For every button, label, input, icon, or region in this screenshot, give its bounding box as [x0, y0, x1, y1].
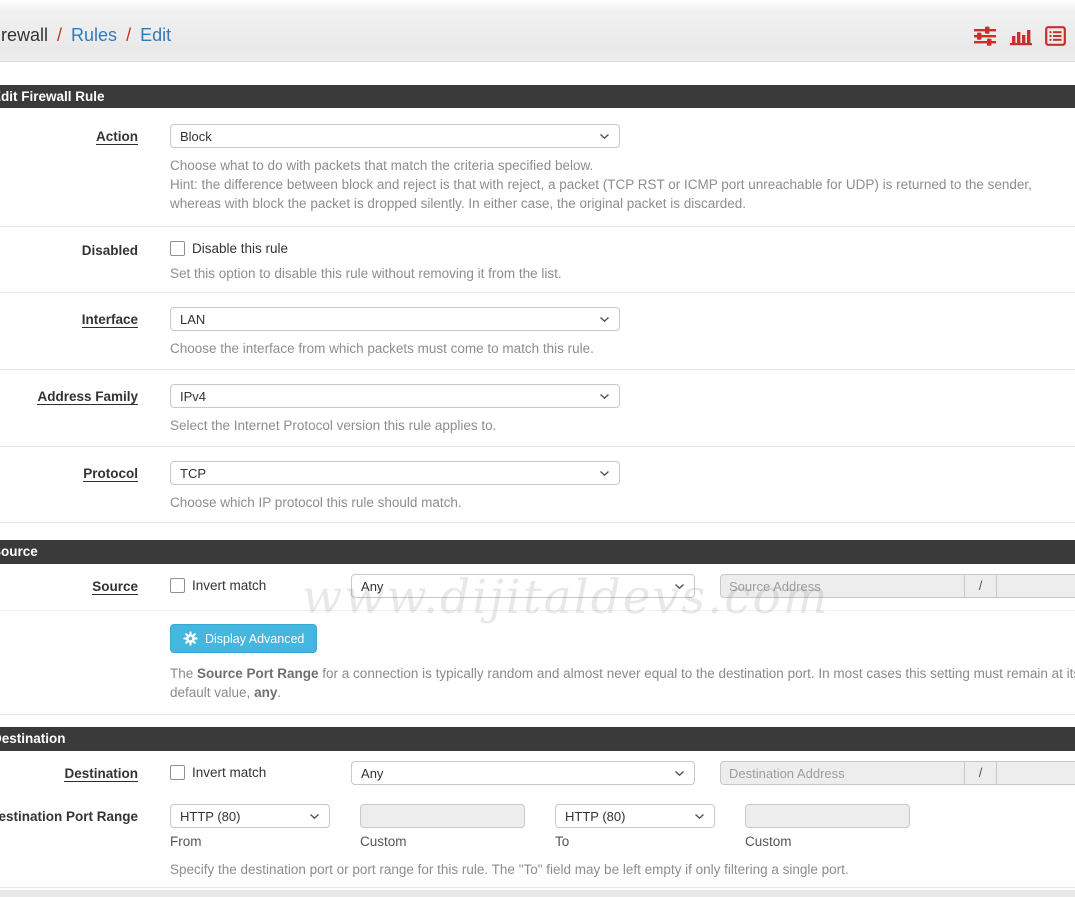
disabled-label-col: Disabled	[0, 241, 138, 283]
port-to-custom-input[interactable]	[745, 804, 910, 828]
address-family-label-col: Address Family	[0, 384, 138, 435]
source-invert-checkbox[interactable]	[170, 578, 185, 593]
disabled-label: Disabled	[82, 243, 138, 258]
chevron-down-icon	[599, 316, 610, 323]
action-help-line1: Choose what to do with packets that matc…	[170, 156, 1075, 175]
destination-mask-input[interactable]	[997, 761, 1075, 785]
spacer	[0, 62, 1075, 85]
port-from-select[interactable]: HTTP (80)	[170, 804, 330, 828]
interface-select[interactable]: LAN	[170, 307, 620, 331]
port-to-custom-caption: Custom	[745, 834, 910, 849]
port-from-custom-input[interactable]	[360, 804, 525, 828]
bar-chart-icon[interactable]	[1010, 26, 1032, 46]
destination-address-input[interactable]	[720, 761, 965, 785]
interface-label-col: Interface	[0, 307, 138, 358]
interface-row: Interface LAN Choose the interface from …	[0, 293, 1075, 370]
chevron-down-icon	[599, 393, 610, 400]
spacer	[0, 523, 1075, 540]
interface-label: Interface	[82, 312, 138, 328]
destination-label: Destination	[64, 766, 138, 782]
chevron-down-icon	[599, 470, 610, 477]
next-section-strip	[0, 890, 1075, 897]
destination-port-range-label: Destination Port Range	[0, 809, 138, 824]
address-family-label: Address Family	[37, 389, 138, 405]
destination-port-range-row: Destination Port Range HTTP (80)	[0, 795, 1075, 888]
destination-port-range-label-col: Destination Port Range	[0, 804, 138, 879]
disable-rule-checkbox-label: Disable this rule	[192, 241, 288, 256]
gear-icon	[183, 631, 198, 646]
destination-row: Destination Invert match Any /	[0, 751, 1075, 795]
destination-invert-checkbox[interactable]	[170, 765, 185, 780]
destination-type-value: Any	[361, 766, 383, 781]
protocol-row: Protocol TCP Choose which IP protocol th…	[0, 447, 1075, 523]
source-row: Source Invert match Any /	[0, 564, 1075, 610]
sliders-icon[interactable]	[973, 26, 997, 46]
destination-section-title: Destination	[0, 727, 1075, 751]
breadcrumb-firewall: Firewall	[0, 25, 48, 46]
source-label: Source	[92, 579, 138, 595]
port-from-caption: From	[170, 834, 360, 849]
address-family-row: Address Family IPv4 Select the Internet …	[0, 370, 1075, 447]
breadcrumb-separator: /	[126, 25, 131, 46]
disabled-row: Disabled Disable this rule Set this opti…	[0, 227, 1075, 293]
protocol-select[interactable]: TCP	[170, 461, 620, 485]
breadcrumb-rules-link[interactable]: Rules	[71, 25, 117, 46]
chevron-down-icon	[674, 583, 685, 590]
chevron-down-icon	[674, 770, 685, 777]
action-label-col: Action	[0, 124, 138, 213]
protocol-select-value: TCP	[180, 466, 206, 481]
source-mask-input[interactable]	[997, 574, 1075, 598]
breadcrumb: Firewall / Rules / Edit	[0, 25, 171, 46]
address-family-select-value: IPv4	[180, 389, 206, 404]
panel-title-edit-firewall-rule: Edit Firewall Rule	[0, 85, 1075, 108]
action-row: Action Block Choose what to do with pack…	[0, 108, 1075, 227]
spacer	[0, 715, 1075, 727]
log-icon[interactable]	[1045, 26, 1066, 46]
chevron-down-icon	[309, 813, 320, 820]
source-type-value: Any	[361, 579, 383, 594]
interface-help: Choose the interface from which packets …	[170, 339, 1075, 358]
action-label: Action	[96, 129, 138, 145]
source-address-input[interactable]	[720, 574, 965, 598]
source-port-help: The Source Port Range for a connection i…	[170, 666, 1075, 700]
disable-rule-checkbox[interactable]	[170, 241, 185, 256]
protocol-label-col: Protocol	[0, 461, 138, 512]
destination-invert-label: Invert match	[192, 765, 266, 780]
protocol-label: Protocol	[83, 466, 138, 482]
disabled-help: Set this option to disable this rule wit…	[170, 264, 1075, 283]
source-label-col: Source	[0, 574, 138, 598]
address-family-help: Select the Internet Protocol version thi…	[170, 416, 1075, 435]
port-to-caption: To	[555, 834, 745, 849]
breadcrumb-bar: Firewall / Rules / Edit	[0, 0, 1075, 62]
source-type-select[interactable]: Any	[351, 574, 695, 598]
action-select[interactable]: Block	[170, 124, 620, 148]
chevron-down-icon	[599, 133, 610, 140]
destination-label-col: Destination	[0, 761, 138, 785]
chevron-down-icon	[694, 813, 705, 820]
port-from-custom-caption: Custom	[360, 834, 555, 849]
protocol-help: Choose which IP protocol this rule shoul…	[170, 493, 1075, 512]
header-action-icons	[973, 26, 1066, 46]
breadcrumb-edit-link[interactable]: Edit	[140, 25, 171, 46]
display-advanced-label: Display Advanced	[205, 632, 304, 646]
port-to-value: HTTP (80)	[565, 809, 625, 824]
destination-mask-separator: /	[965, 761, 997, 785]
firewall-rule-edit-page: Firewall / Rules / Edit	[0, 0, 1075, 897]
empty-label-col	[0, 624, 138, 702]
interface-select-value: LAN	[180, 312, 205, 327]
port-to-select[interactable]: HTTP (80)	[555, 804, 715, 828]
breadcrumb-separator: /	[57, 25, 62, 46]
action-select-value: Block	[180, 129, 212, 144]
source-advanced-row: Display Advanced The Source Port Range f…	[0, 610, 1075, 715]
source-invert-label: Invert match	[192, 578, 266, 593]
destination-type-select[interactable]: Any	[351, 761, 695, 785]
display-advanced-button[interactable]: Display Advanced	[170, 624, 317, 653]
action-help-line2: Hint: the difference between block and r…	[170, 175, 1075, 213]
address-family-select[interactable]: IPv4	[170, 384, 620, 408]
source-mask-separator: /	[965, 574, 997, 598]
source-section-title: Source	[0, 540, 1075, 564]
port-from-value: HTTP (80)	[180, 809, 240, 824]
destination-port-range-help: Specify the destination port or port ran…	[170, 860, 1075, 879]
